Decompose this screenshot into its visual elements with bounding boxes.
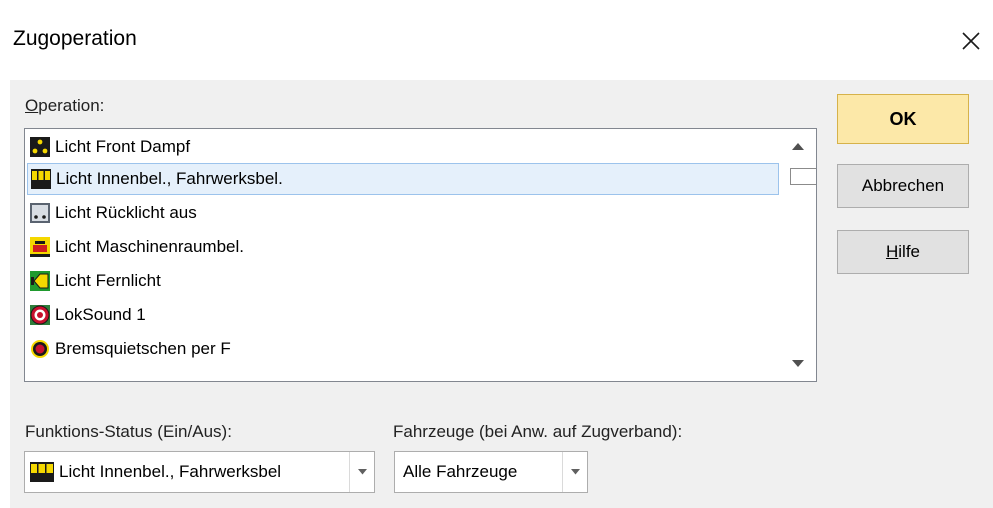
vehicles-dropdown-button[interactable] [562,452,587,492]
brake-squeal-icon [31,340,49,358]
loksound-icon [30,305,50,325]
list-item-label: Licht Rücklicht aus [55,203,197,222]
engine-room-light-icon [30,237,50,257]
operation-label-accel: O [25,96,39,115]
function-status-combobox[interactable]: Licht Innenbel., Fahrwerksbel [24,451,375,493]
arrow-down-icon [792,360,804,367]
scroll-up-button[interactable] [780,129,816,163]
list-item-label: LokSound 1 [55,305,146,324]
dialog-title: Zugoperation [13,27,137,50]
operation-label: Operation: [25,96,104,116]
list-item[interactable]: Licht Fernlicht [27,265,779,297]
ok-button[interactable]: OK [837,94,969,144]
arrow-up-icon [792,143,804,150]
help-button[interactable]: Hilfe [837,230,969,274]
list-item-label: Licht Front Dampf [55,137,191,156]
operation-listbox[interactable]: Licht Front Dampf Licht Innenbel., Fahrw… [24,128,817,382]
interior-light-icon [31,169,51,189]
list-item[interactable]: Licht Rücklicht aus [27,197,779,229]
function-status-value: Licht Innenbel., Fahrwerksbel [59,462,282,481]
list-item-label: Licht Innenbel., Fahrwerksbel. [56,169,283,188]
scroll-down-button[interactable] [780,347,816,381]
close-icon [962,32,980,50]
vehicles-value: Alle Fahrzeuge [403,462,518,481]
list-item-label: Bremsquietschen per F [55,339,231,358]
title-bar: Zugoperation [0,0,993,80]
chevron-down-icon [570,469,580,475]
scroll-thumb[interactable] [790,168,816,185]
listbox-scrollbar[interactable] [780,129,816,381]
dialog-body: Operation: Licht Front Dampf Licht Innen… [10,80,993,508]
operation-label-rest: peration: [38,96,105,115]
list-item-label: Licht Fernlicht [55,271,161,290]
list-item[interactable]: Licht Front Dampf [27,131,779,163]
list-item-label: Licht Maschinenraumbel. [55,237,244,256]
list-item[interactable]: LokSound 1 [27,299,779,331]
close-button[interactable] [950,20,992,62]
cancel-button[interactable]: Abbrechen [837,164,969,208]
dialog-window: Zugoperation Operation: Licht Front Damp… [0,0,993,508]
vehicles-label: Fahrzeuge (bei Anw. auf Zugverband): [393,422,683,441]
high-beam-icon [30,271,50,291]
interior-light-icon [30,462,54,482]
help-button-accel: H [885,242,899,261]
vehicles-combobox[interactable]: Alle Fahrzeuge [394,451,588,493]
rear-light-off-icon [30,203,50,223]
list-item[interactable]: Licht Maschinenraumbel. [27,231,779,263]
chevron-down-icon [357,469,367,475]
help-button-rest: ilfe [898,242,920,261]
function-status-label: Funktions-Status (Ein/Aus): [25,422,232,441]
function-status-dropdown-button[interactable] [349,452,374,492]
list-item-selected[interactable]: Licht Innenbel., Fahrwerksbel. [27,163,779,195]
list-item[interactable]: Bremsquietschen per F [27,333,779,365]
front-light-steam-icon [30,137,50,157]
